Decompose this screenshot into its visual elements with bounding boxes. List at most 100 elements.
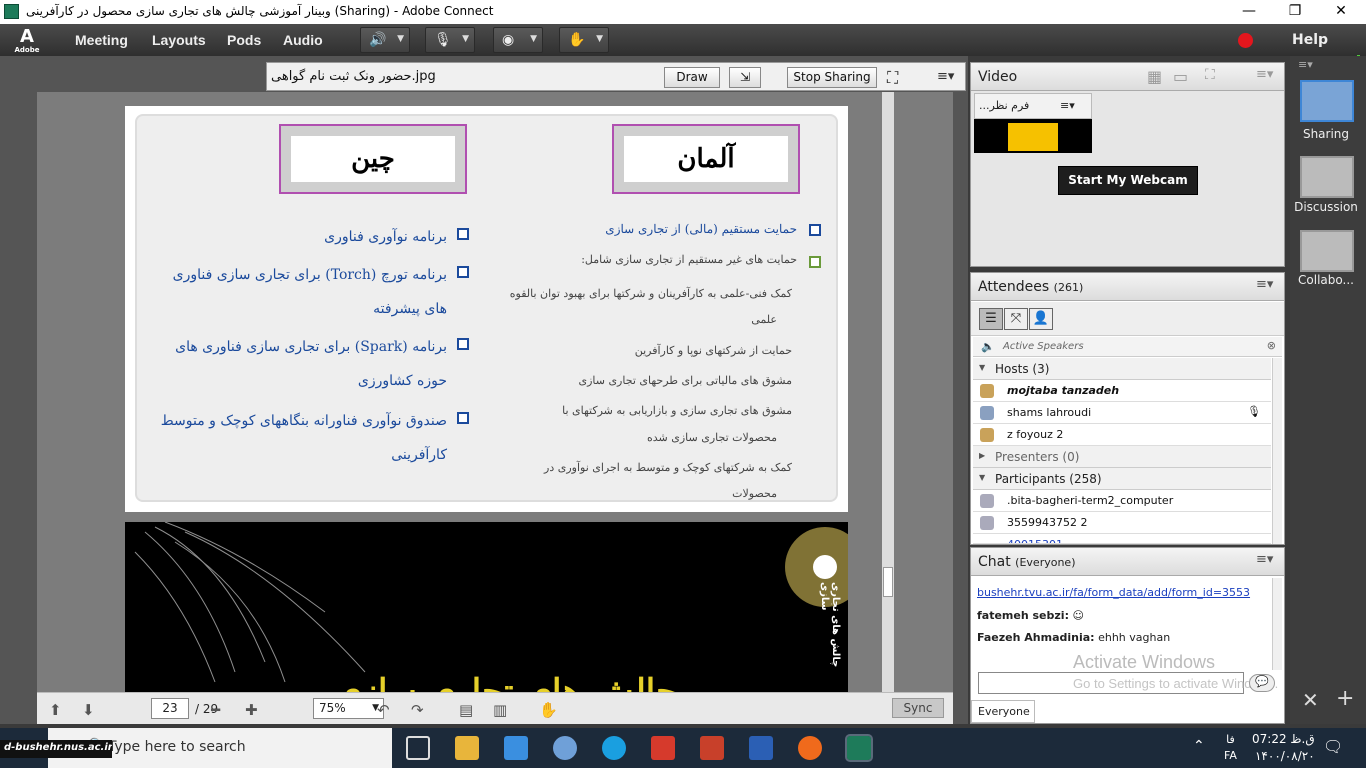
germany-subitem: کمک فنی-علمی به کارآفرینان و شرکتها برای…: [509, 287, 792, 300]
chevron-up-icon[interactable]: ⌃: [1193, 738, 1205, 754]
china-item: صندوق نوآوری فناورانه بنگاههای کوچک و مت…: [160, 413, 447, 429]
tile-menu-icon[interactable]: ≡▾: [1060, 99, 1075, 112]
pointer-button[interactable]: ⇲: [729, 67, 761, 88]
participants-section[interactable]: Participants (258): [973, 468, 1271, 490]
menu-layouts[interactable]: Layouts: [152, 32, 206, 48]
draw-button[interactable]: Draw: [664, 67, 720, 88]
zoom-in-icon[interactable]: ✚: [245, 701, 258, 719]
chat-title: Chat: [978, 554, 1011, 570]
attendee-row[interactable]: mojtaba tanzadeh: [973, 380, 1271, 402]
layout-discussion[interactable]: [1300, 156, 1354, 198]
task-view-icon[interactable]: [406, 736, 430, 760]
webcam-button[interactable]: ◉ ▼: [493, 27, 543, 53]
slide2-title: چالش های تجاری سازی: [335, 672, 678, 692]
host-icon: [980, 428, 994, 442]
next-slide-page: چالش های تجاری سازی چالش های تجاری سازی: [125, 522, 848, 692]
layout-sharing[interactable]: [1300, 80, 1354, 122]
menu-bar: A Adobe Meeting Layouts Pods Audio 🔊 ▼ 🎙 ▼ …: [0, 24, 1366, 74]
heading-china: چین: [279, 124, 467, 194]
chat-link[interactable]: bushehr.tvu.ac.ir/fa/form_data/add/form_…: [977, 586, 1250, 599]
attendee-row[interactable]: .bita-bagheri-term2_computer: [973, 490, 1271, 512]
layout-collaboration[interactable]: [1300, 230, 1354, 272]
speaker-button[interactable]: 🔊 ▼: [360, 27, 410, 53]
pod-menu-icon[interactable]: ≡▾: [1256, 277, 1273, 292]
speaker-icon: 🔊: [369, 32, 387, 48]
menu-help[interactable]: Help: [1292, 32, 1328, 48]
grid-view-icon[interactable]: ▦: [1147, 67, 1162, 86]
page-view-icon[interactable]: ▤: [459, 701, 473, 719]
taskbar-clock[interactable]: ق.ظ 07:22 ۱۴۰۰/۰۸/۲۰: [1252, 731, 1315, 765]
redo-icon[interactable]: ↷: [411, 701, 424, 719]
sync-button[interactable]: Sync: [892, 698, 944, 718]
powerpoint-icon[interactable]: [700, 736, 724, 760]
active-speakers-label: Active Speakers: [1003, 341, 1084, 352]
single-view-icon[interactable]: ▭: [1173, 67, 1188, 86]
stop-sharing-button[interactable]: Stop Sharing: [787, 67, 877, 88]
share-toolbar: حضور ونک ثبت نام گواهی.jpg Draw ⇲ Stop S…: [266, 62, 966, 91]
attendee-row[interactable]: 40015301: [973, 534, 1271, 544]
edge-browser-icon[interactable]: [602, 736, 626, 760]
firefox-icon[interactable]: [798, 736, 822, 760]
chat-recipient-tab[interactable]: Everyone: [971, 700, 1035, 723]
mail-icon[interactable]: [504, 736, 528, 760]
paint-icon[interactable]: [553, 736, 577, 760]
word-icon[interactable]: [749, 736, 773, 760]
pod-menu-icon[interactable]: ≡▾: [1256, 552, 1273, 567]
attendees-scrollbar[interactable]: [1272, 358, 1282, 544]
maximize-icon[interactable]: ❐: [1272, 0, 1318, 24]
decorative-graphic: [134, 522, 848, 683]
hosts-section[interactable]: Hosts (3): [973, 358, 1271, 380]
bullet-square-icon: [457, 228, 469, 240]
arrow-up-icon[interactable]: ⬆: [49, 701, 62, 719]
close-icon[interactable]: ✕: [1318, 0, 1364, 24]
language-indicator[interactable]: فا FA: [1224, 732, 1237, 764]
delete-layout-icon[interactable]: ✕: [1302, 688, 1319, 712]
breakout-view-icon[interactable]: ⤧: [1004, 308, 1028, 330]
presenters-section[interactable]: Presenters (0): [973, 446, 1271, 468]
recording-indicator-icon[interactable]: [1238, 33, 1253, 48]
layouts-menu-icon[interactable]: ≡▾: [1298, 58, 1313, 71]
pod-menu-icon[interactable]: ≡▾: [937, 69, 954, 84]
germany-subitem: کمک به شرکتهای کوچک و متوسط به اجرای نوآ…: [544, 461, 792, 474]
adobe-connect-taskbar-icon[interactable]: [845, 734, 873, 762]
minimize-icon[interactable]: —: [1226, 0, 1272, 24]
page-number-input[interactable]: 23: [151, 698, 189, 719]
acrobat-icon[interactable]: [651, 736, 675, 760]
file-explorer-icon[interactable]: [455, 736, 479, 760]
pod-menu-icon[interactable]: ≡▾: [1256, 67, 1273, 82]
attendees-pod: Attendees (261) ≡▾ ☰ ⤧ 👤 🔈 Active Speake…: [970, 272, 1285, 545]
fullscreen-icon[interactable]: ⛶: [887, 68, 898, 88]
host-icon: [980, 406, 994, 420]
bullet-square-icon: [809, 224, 821, 236]
hand-tool-icon[interactable]: ✋: [539, 701, 558, 719]
arrow-down-icon[interactable]: ⬇: [82, 701, 95, 719]
list-view-icon[interactable]: ☰: [979, 308, 1003, 330]
status-view-icon[interactable]: 👤: [1029, 308, 1053, 330]
active-speakers-bar: 🔈 Active Speakers ⊗: [973, 337, 1282, 357]
chat-scrollbar[interactable]: [1272, 578, 1282, 670]
attendee-row[interactable]: shams lahroudi 🎙: [973, 402, 1271, 424]
video-tile[interactable]: ...فرم نظر ≡▾: [974, 93, 1092, 153]
microphone-button[interactable]: 🎙 ▼: [425, 27, 475, 53]
attendee-row[interactable]: 3559943752 2: [973, 512, 1271, 534]
undo-icon[interactable]: ↶: [377, 701, 390, 719]
start-webcam-button[interactable]: Start My Webcam: [1058, 166, 1198, 195]
heading-germany: آلمان: [612, 124, 800, 194]
zoom-select[interactable]: 75% ▼: [313, 698, 384, 719]
chat-message: Faezeh Ahmadinia: ehhh vaghan: [977, 631, 1171, 644]
add-layout-icon[interactable]: +: [1336, 686, 1354, 711]
menu-pods[interactable]: Pods: [227, 32, 261, 48]
germany-subitem: محصولات تجاری سازی شده: [646, 431, 777, 444]
close-icon[interactable]: ⊗: [1267, 339, 1276, 352]
notification-icon[interactable]: 🗨: [1323, 737, 1343, 756]
send-message-icon[interactable]: 💬: [1249, 674, 1275, 692]
window-titlebar: وبینار آموزشی چالش های تجاری سازی محصول …: [0, 0, 1366, 24]
menu-meeting[interactable]: Meeting: [75, 32, 128, 48]
two-page-view-icon[interactable]: ▥: [493, 701, 507, 719]
document-scrollbar[interactable]: [882, 92, 894, 692]
attendee-row[interactable]: z foyouz 2: [973, 424, 1271, 446]
fullscreen-icon[interactable]: ⛶: [1205, 67, 1215, 83]
raise-hand-button[interactable]: ✋ ▼: [559, 27, 609, 53]
zoom-out-icon[interactable]: ━: [211, 701, 220, 719]
menu-audio[interactable]: Audio: [283, 32, 323, 48]
